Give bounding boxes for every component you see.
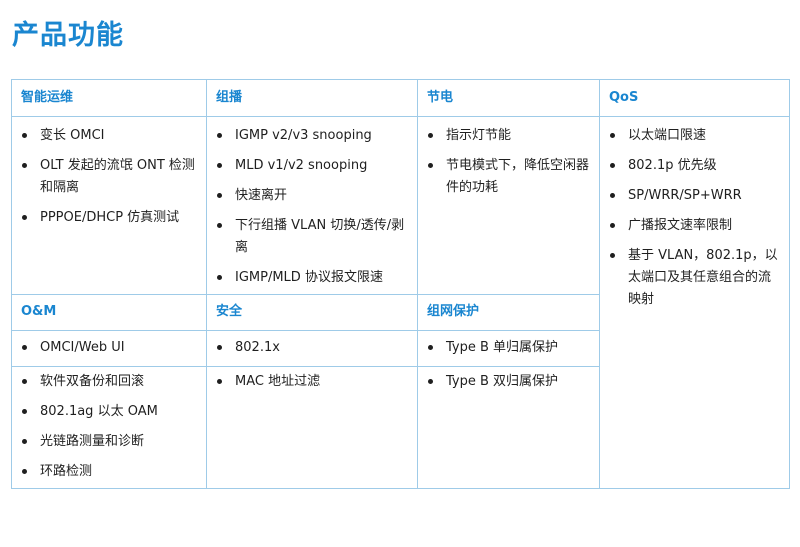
list-item: Type B 单归属保护 [427, 337, 593, 359]
qos-cell: 以太端口限速 802.1p 优先级 SP/WRR/SP+WRR 广播报文速率限制… [600, 116, 789, 488]
ops-cell: 变长 OMCI OLT 发起的流氓 ONT 检测和隔离 PPPOE/DHCP 仿… [12, 116, 206, 294]
list-item: Type B 双归属保护 [427, 371, 593, 393]
list-item: 光链路测量和诊断 [21, 431, 200, 453]
oam-header: O&M [21, 304, 57, 319]
list-item: 软件双备份和回滚 [21, 371, 200, 393]
oam-top-list: OMCI/Web UI [12, 331, 206, 359]
multicast-header: 组播 [216, 90, 243, 105]
list-item: 变长 OMCI [21, 125, 200, 147]
ops-list: 变长 OMCI OLT 发起的流氓 ONT 检测和隔离 PPPOE/DHCP 仿… [12, 116, 206, 229]
list-item: 基于 VLAN，802.1p，以太端口及其任意组合的流映射 [609, 245, 783, 311]
list-item: 节电模式下，降低空闲器件的功耗 [427, 155, 593, 199]
list-item: 802.1ag 以太 OAM [21, 401, 200, 423]
security-bottom-list: MAC 地址过滤 [207, 367, 417, 393]
list-item: 快速离开 [216, 185, 411, 207]
oam-bottom-list: 软件双备份和回滚 802.1ag 以太 OAM 光链路测量和诊断 环路检测 [12, 367, 206, 483]
power-cell: 指示灯节能 节电模式下，降低空闲器件的功耗 [418, 116, 599, 294]
protection-top-list: Type B 单归属保护 [418, 331, 599, 359]
list-item: 下行组播 VLAN 切换/透传/剥离 [216, 215, 411, 259]
list-item: 环路检测 [21, 461, 200, 483]
list-item: OMCI/Web UI [21, 337, 200, 359]
security-top-list: 802.1x [207, 331, 417, 359]
list-item: MAC 地址过滤 [216, 371, 411, 393]
list-item: 指示灯节能 [427, 125, 593, 147]
list-item: MLD v1/v2 snooping [216, 155, 411, 177]
list-item: SP/WRR/SP+WRR [609, 185, 783, 207]
list-item: PPPOE/DHCP 仿真测试 [21, 207, 200, 229]
list-item: 802.1x [216, 337, 411, 359]
protection-header: 组网保护 [427, 304, 480, 319]
ops-header: 智能运维 [21, 90, 74, 105]
list-item: IGMP v2/v3 snooping [216, 125, 411, 147]
feature-table: 智能运维 变长 OMCI OLT 发起的流氓 ONT 检测和隔离 PPPOE/D… [11, 79, 790, 489]
protection-bottom-list: Type B 双归属保护 [418, 367, 599, 393]
qos-header: QoS [609, 90, 639, 105]
list-item: 以太端口限速 [609, 125, 783, 147]
page-title: 产品功能 [12, 20, 124, 51]
power-header: 节电 [427, 90, 454, 105]
list-item: 802.1p 优先级 [609, 155, 783, 177]
list-item: 广播报文速率限制 [609, 215, 783, 237]
power-list: 指示灯节能 节电模式下，降低空闲器件的功耗 [418, 116, 599, 199]
list-item: OLT 发起的流氓 ONT 检测和隔离 [21, 155, 200, 199]
security-header: 安全 [216, 304, 243, 319]
protection-bottom-cell: Type B 双归属保护 [418, 367, 599, 488]
oam-top-cell: OMCI/Web UI [12, 331, 206, 366]
multicast-list: IGMP v2/v3 snooping MLD v1/v2 snooping 快… [207, 116, 417, 289]
qos-list: 以太端口限速 802.1p 优先级 SP/WRR/SP+WRR 广播报文速率限制… [600, 116, 789, 311]
list-item: IGMP/MLD 协议报文限速 [216, 267, 411, 289]
multicast-cell: IGMP v2/v3 snooping MLD v1/v2 snooping 快… [207, 116, 417, 294]
protection-top-cell: Type B 单归属保护 [418, 331, 599, 366]
oam-bottom-cell: 软件双备份和回滚 802.1ag 以太 OAM 光链路测量和诊断 环路检测 [12, 367, 206, 488]
security-top-cell: 802.1x [207, 331, 417, 366]
security-bottom-cell: MAC 地址过滤 [207, 367, 417, 488]
